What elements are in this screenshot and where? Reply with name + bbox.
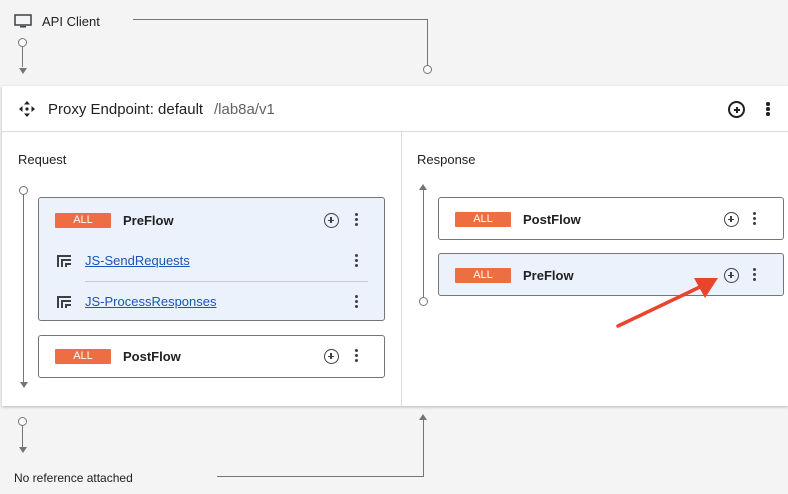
response-label: Response — [417, 152, 476, 167]
flow-name: PostFlow — [523, 212, 581, 227]
flow-name: PostFlow — [123, 349, 181, 364]
add-step-button[interactable] — [324, 213, 339, 228]
arrow-down-icon — [19, 68, 27, 74]
connector-node — [18, 417, 27, 426]
add-step-button[interactable] — [724, 212, 739, 227]
connector-line — [217, 476, 424, 477]
connector-node — [18, 38, 27, 47]
policy-link[interactable]: JS-SendRequests — [85, 253, 190, 268]
endpoint-title: Proxy Endpoint: default — [48, 101, 204, 118]
more-options-icon[interactable] — [355, 213, 359, 227]
condition-badge: ALL — [455, 212, 511, 227]
request-label: Request — [18, 152, 67, 167]
more-options-icon[interactable] — [355, 295, 359, 309]
connector-node — [419, 297, 428, 306]
more-options-icon[interactable] — [753, 212, 757, 226]
response-postflow-box[interactable]: ALL PostFlow — [438, 197, 784, 240]
connector-line — [23, 195, 24, 382]
connector-line — [22, 426, 23, 447]
more-options-icon[interactable] — [753, 268, 757, 282]
add-step-button[interactable] — [724, 268, 739, 283]
connector-line — [423, 190, 424, 297]
connector-line — [427, 19, 428, 65]
more-options-icon[interactable] — [355, 254, 359, 268]
condition-badge: ALL — [455, 268, 511, 283]
more-options-icon[interactable] — [355, 349, 359, 363]
annotation-arrow-icon — [610, 272, 725, 332]
more-options-icon[interactable] — [766, 102, 770, 116]
request-preflow-box[interactable]: ALL PreFlow JS-SendRequests JS-ProcessRe… — [38, 197, 385, 321]
arrow-down-icon — [19, 447, 27, 453]
condition-badge: ALL — [55, 349, 111, 364]
add-flow-button[interactable] — [728, 101, 745, 118]
monitor-icon — [14, 14, 32, 28]
connector-node — [423, 65, 432, 74]
connector-node — [19, 186, 28, 195]
connector-line — [22, 47, 23, 67]
condition-badge: ALL — [55, 213, 111, 228]
policy-icon — [57, 254, 71, 267]
flow-name: PreFlow — [123, 213, 174, 228]
request-postflow-box[interactable]: ALL PostFlow — [38, 335, 385, 378]
endpoint-path: /lab8a/v1 — [214, 101, 275, 118]
connector-line — [423, 420, 424, 476]
flow-name: PreFlow — [523, 268, 574, 283]
arrow-down-icon — [20, 382, 28, 388]
add-step-button[interactable] — [324, 349, 339, 364]
panel-divider — [401, 132, 402, 406]
policy-divider — [85, 281, 368, 282]
policy-link[interactable]: JS-ProcessResponses — [85, 294, 217, 309]
policy-icon — [57, 295, 71, 308]
no-reference-label: No reference attached — [14, 471, 133, 485]
panel-header: Proxy Endpoint: default /lab8a/v1 — [2, 86, 788, 132]
move-icon[interactable] — [19, 101, 35, 117]
connector-line — [133, 19, 427, 20]
proxy-endpoint-panel: Proxy Endpoint: default /lab8a/v1 Reques… — [2, 86, 788, 406]
api-client-label: API Client — [42, 14, 100, 29]
